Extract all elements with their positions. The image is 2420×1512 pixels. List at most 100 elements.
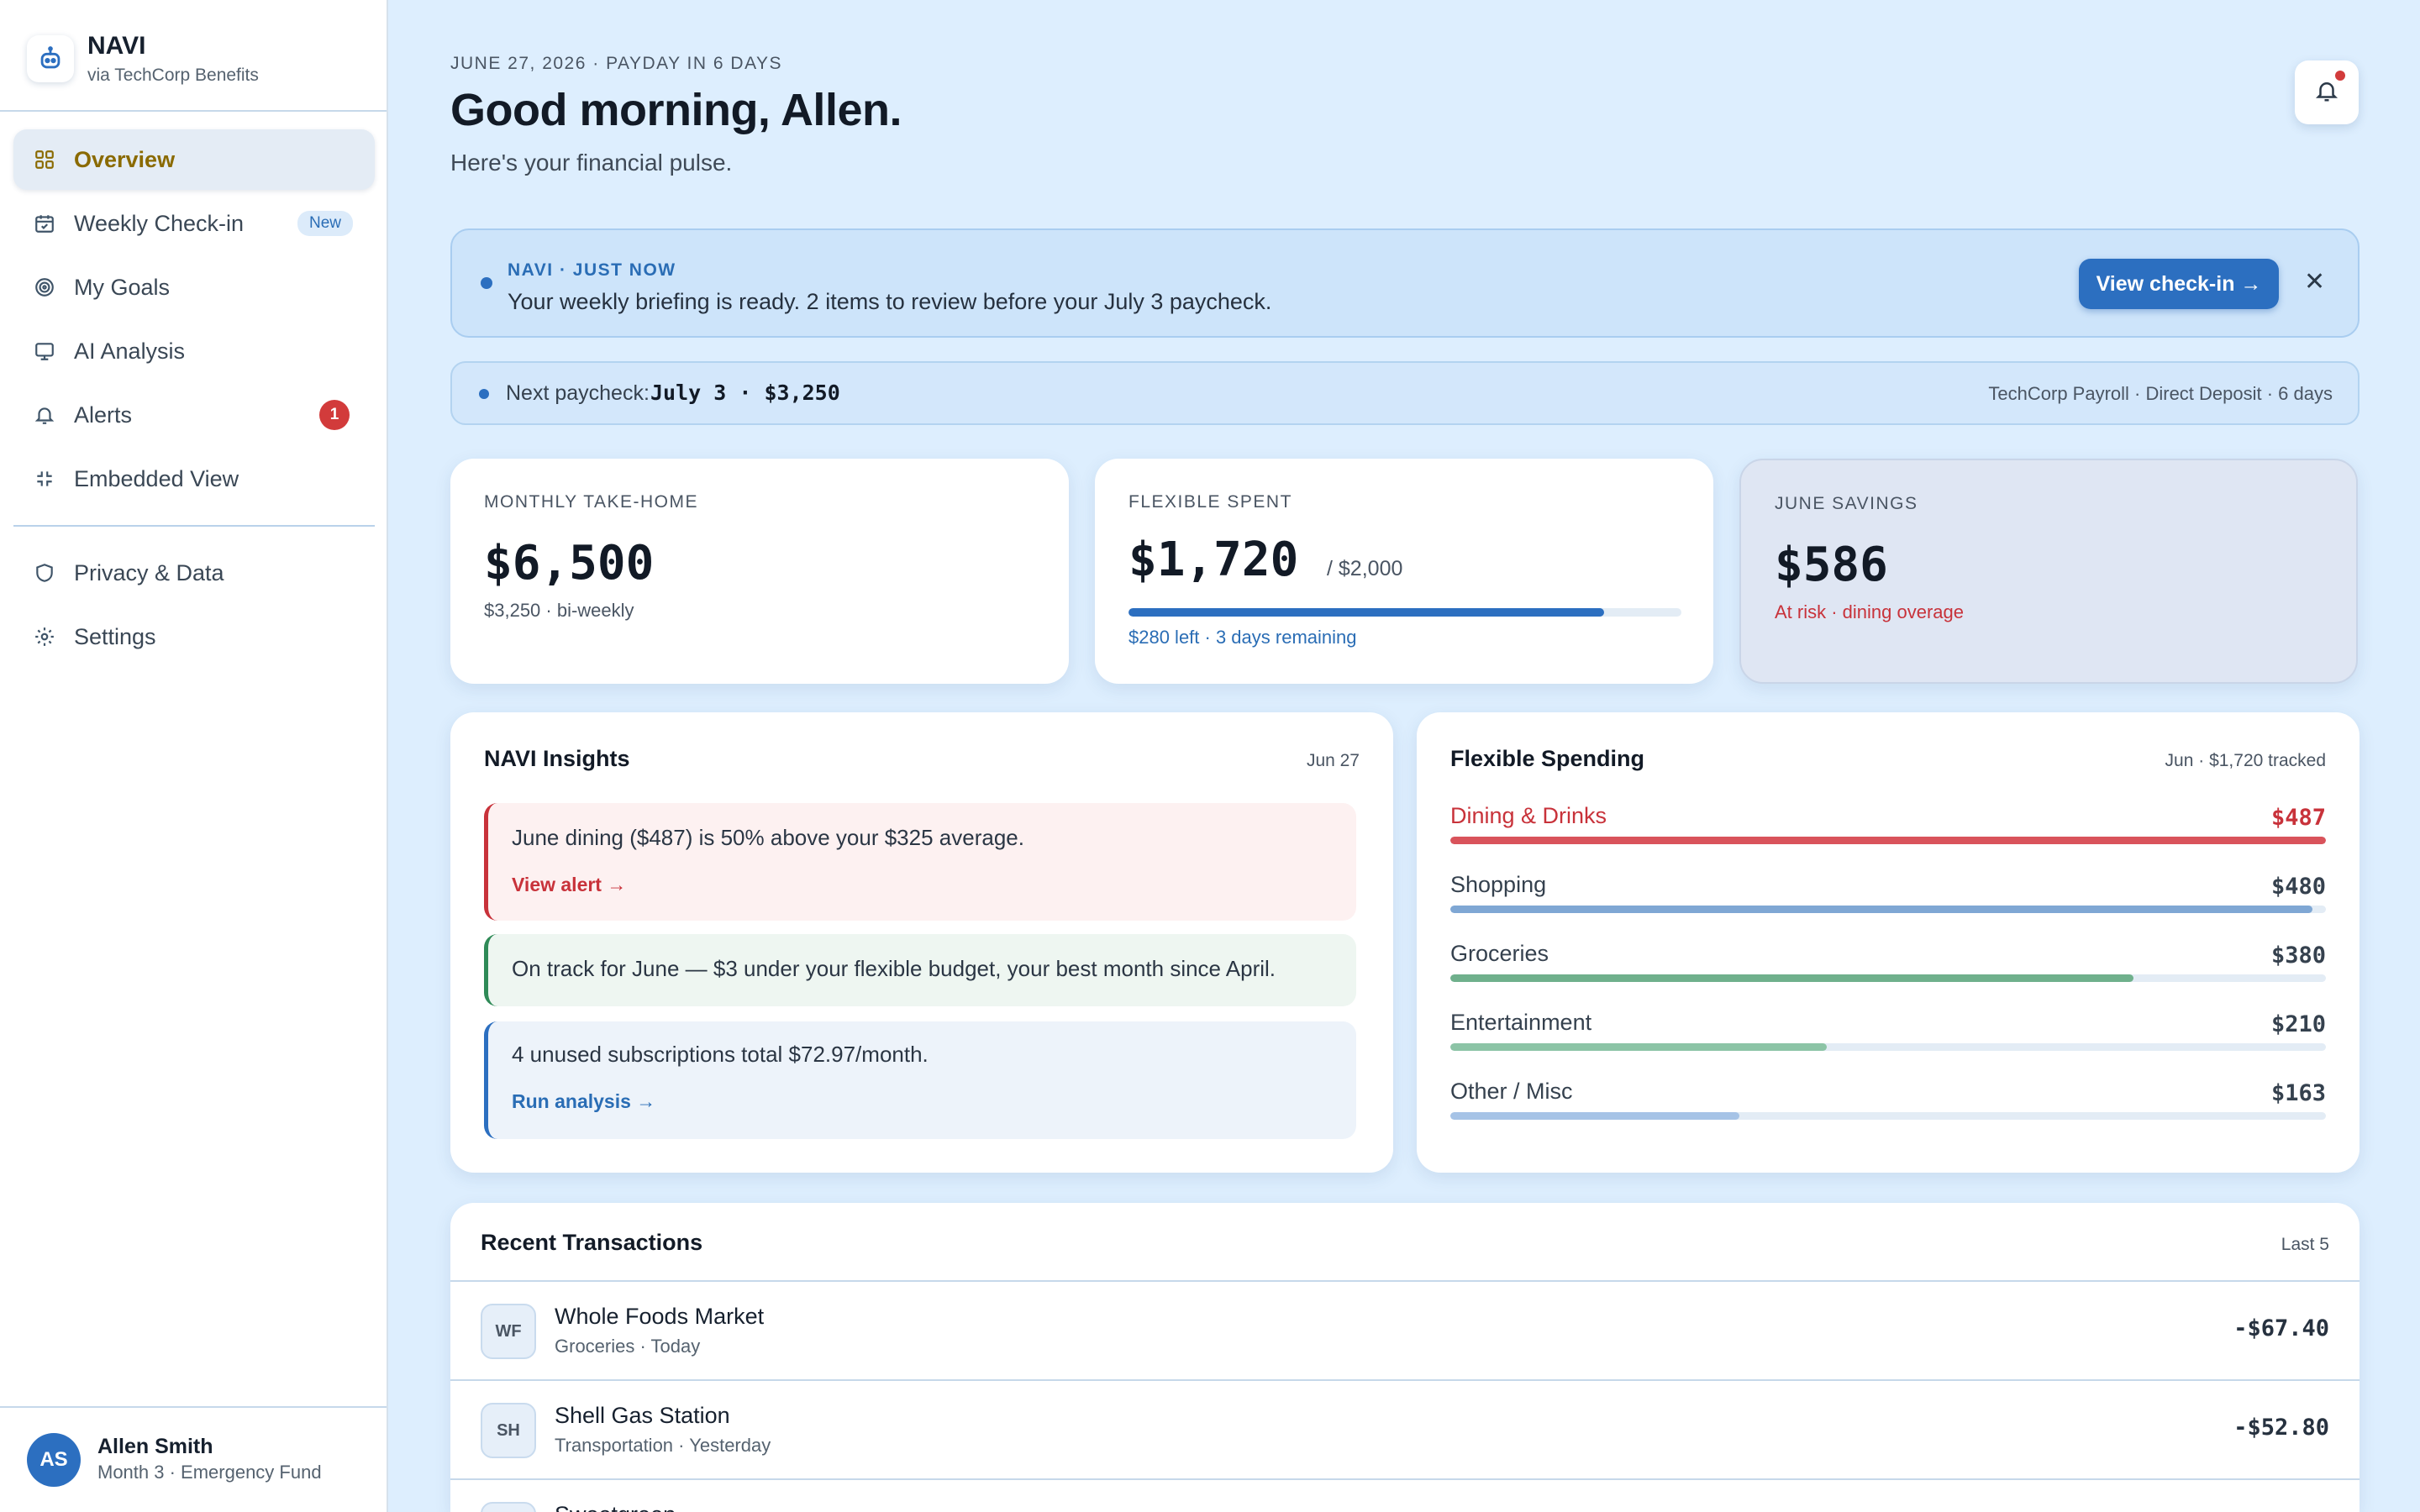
view-alert-link[interactable]: View alert → [512, 874, 626, 896]
grid-icon [32, 147, 57, 172]
panel-title: Recent Transactions [481, 1230, 703, 1255]
alert-count-badge: 1 [319, 400, 350, 430]
next-paycheck-strip: Next paycheck: July 3 · $3,250 TechCorp … [450, 361, 2360, 425]
insight-text: On track for June — $3 under your flexib… [512, 956, 1276, 981]
sidebar-item-privacy-data[interactable]: Privacy & Data [13, 543, 375, 603]
category-name: Other / Misc [1450, 1079, 1573, 1104]
category-bar-track [1450, 906, 2326, 913]
stat-label: MONTHLY TAKE-HOME [484, 492, 698, 512]
banner-message: Your weekly briefing is ready. 2 items t… [508, 289, 1272, 314]
insight-on-track: On track for June — $3 under your flexib… [484, 934, 1356, 1006]
transaction-amount: -$67.40 [2233, 1315, 2329, 1341]
stat-label: FLEXIBLE SPENT [1128, 492, 1292, 512]
category-bar-fill [1450, 906, 2313, 913]
merchant-name: Shell Gas Station [555, 1403, 730, 1428]
view-check-in-button[interactable]: View check-in → [2079, 259, 2279, 309]
transaction-amount: -$52.80 [2233, 1415, 2329, 1441]
spending-row[interactable]: Dining & Drinks $487 [1450, 803, 2326, 862]
stat-value: $586 [1775, 538, 1888, 592]
insight-subscriptions: 4 unused subscriptions total $72.97/mont… [484, 1021, 1356, 1139]
paycheck-label: Next paycheck: [506, 381, 650, 405]
run-analysis-link[interactable]: Run analysis → [512, 1090, 655, 1113]
nav-divider [13, 525, 375, 527]
user-name: Allen Smith [97, 1435, 213, 1458]
brand-subtitle: via TechCorp Benefits [87, 66, 259, 85]
sidebar-item-weekly-check-in[interactable]: Weekly Check-in New [13, 193, 375, 254]
stat-subtext: $280 left · 3 days remaining [1128, 627, 1357, 648]
sidebar-item-embedded-view[interactable]: Embedded View [13, 449, 375, 509]
panel-meta: Jun · $1,720 tracked [2165, 751, 2326, 770]
sidebar-item-label: Weekly Check-in [74, 210, 245, 236]
category-name: Shopping [1450, 872, 1547, 897]
transaction-meta: Transportation · Yesterday [555, 1435, 771, 1456]
transaction-row[interactable]: SW Sweetgreen [450, 1480, 2360, 1512]
category-bar-fill [1450, 1043, 1828, 1051]
take-home-card: MONTHLY TAKE-HOME $6,500 $3,250 · bi-wee… [450, 459, 1069, 684]
sidebar-item-label: My Goals [74, 274, 171, 300]
panel-title: NAVI Insights [484, 746, 630, 771]
embed-icon [32, 466, 57, 491]
target-icon [32, 275, 57, 300]
sidebar-item-settings[interactable]: Settings [13, 606, 375, 667]
category-bar-fill [1450, 837, 2326, 844]
robot-logo-icon [27, 35, 74, 82]
stat-label: JUNE SAVINGS [1775, 494, 1918, 513]
transaction-meta: Groceries · Today [555, 1336, 701, 1357]
flexible-spending-card: Flexible Spending Jun · $1,720 tracked D… [1417, 712, 2360, 1173]
briefing-banner: NAVI · JUST NOW Your weekly briefing is … [450, 228, 2360, 338]
stat-budget: / $2,000 [1327, 557, 1403, 580]
category-amount: $210 [2270, 1011, 2326, 1037]
sidebar-item-label: Overview [74, 146, 176, 172]
category-bar-fill [1450, 1112, 1739, 1120]
category-name: Dining & Drinks [1450, 803, 1607, 828]
insights-card: NAVI Insights Jun 27 June dining ($487) … [450, 712, 1393, 1173]
category-amount: $487 [2270, 805, 2326, 831]
spending-row[interactable]: Other / Misc $163 [1450, 1079, 2326, 1137]
spending-row[interactable]: Groceries $380 [1450, 941, 2326, 1000]
panel-meta: Last 5 [2281, 1235, 2329, 1254]
close-icon[interactable]: ✕ [2304, 267, 2325, 297]
monitor-icon [32, 339, 57, 364]
sidebar-item-alerts[interactable]: Alerts 1 [13, 385, 375, 445]
category-amount: $163 [2270, 1080, 2326, 1106]
category-bar-fill [1450, 974, 2133, 982]
user-profile[interactable]: AS Allen Smith Month 3 · Emergency Fund [0, 1406, 387, 1512]
stat-subtext: $3,250 · bi-weekly [484, 600, 634, 621]
insight-text: 4 unused subscriptions total $72.97/mont… [512, 1042, 929, 1067]
calendar-icon [32, 211, 57, 236]
insight-dining-alert: June dining ($487) is 50% above your $32… [484, 803, 1356, 921]
sidebar-item-overview[interactable]: Overview [13, 129, 375, 190]
budget-progress-fill [1128, 608, 1604, 617]
status-dot [479, 389, 489, 399]
stat-value: $1,720 [1128, 533, 1299, 587]
notifications-button[interactable] [2295, 60, 2359, 124]
sidebar-item-label: Settings [74, 623, 156, 649]
merchant-avatar: SW [481, 1502, 536, 1512]
panel-date: Jun 27 [1306, 751, 1360, 770]
sidebar-item-my-goals[interactable]: My Goals [13, 257, 375, 318]
bell-icon [32, 402, 57, 428]
sidebar-item-label: Privacy & Data [74, 559, 224, 585]
category-name: Entertainment [1450, 1010, 1592, 1035]
paycheck-source: TechCorp Payroll · Direct Deposit · 6 da… [1988, 383, 2333, 404]
paycheck-value: July 3 · $3,250 [650, 381, 840, 405]
spending-row[interactable]: Entertainment $210 [1450, 1010, 2326, 1068]
transaction-row[interactable]: WF Whole Foods Market Groceries · Today -$6… [450, 1282, 2360, 1381]
category-bar-track [1450, 837, 2326, 844]
category-amount: $480 [2270, 874, 2326, 900]
transaction-row[interactable]: SH Shell Gas Station Transportation · Yest… [450, 1381, 2360, 1480]
merchant-avatar: WF [481, 1304, 536, 1359]
sidebar-item-label: AI Analysis [74, 338, 186, 364]
shield-icon [32, 560, 57, 585]
category-bar-track [1450, 1112, 2326, 1120]
recent-transactions-card: Recent Transactions Last 5 WF Whole Foods… [450, 1203, 2360, 1512]
bell-icon [2314, 78, 2339, 108]
stat-value-row: $1,720 / $2,000 [1128, 533, 1402, 587]
page-title: Good morning, Allen. [450, 85, 902, 135]
sidebar-item-ai-analysis[interactable]: AI Analysis [13, 321, 375, 381]
merchant-name: Whole Foods Market [555, 1304, 765, 1329]
flexible-spent-card: FLEXIBLE SPENT $1,720 / $2,000 $280 left… [1095, 459, 1713, 684]
date-line: JUNE 27, 2026 · PAYDAY IN 6 DAYS [450, 54, 783, 73]
page-subtitle: Here's your financial pulse. [450, 150, 733, 176]
spending-row[interactable]: Shopping $480 [1450, 872, 2326, 931]
